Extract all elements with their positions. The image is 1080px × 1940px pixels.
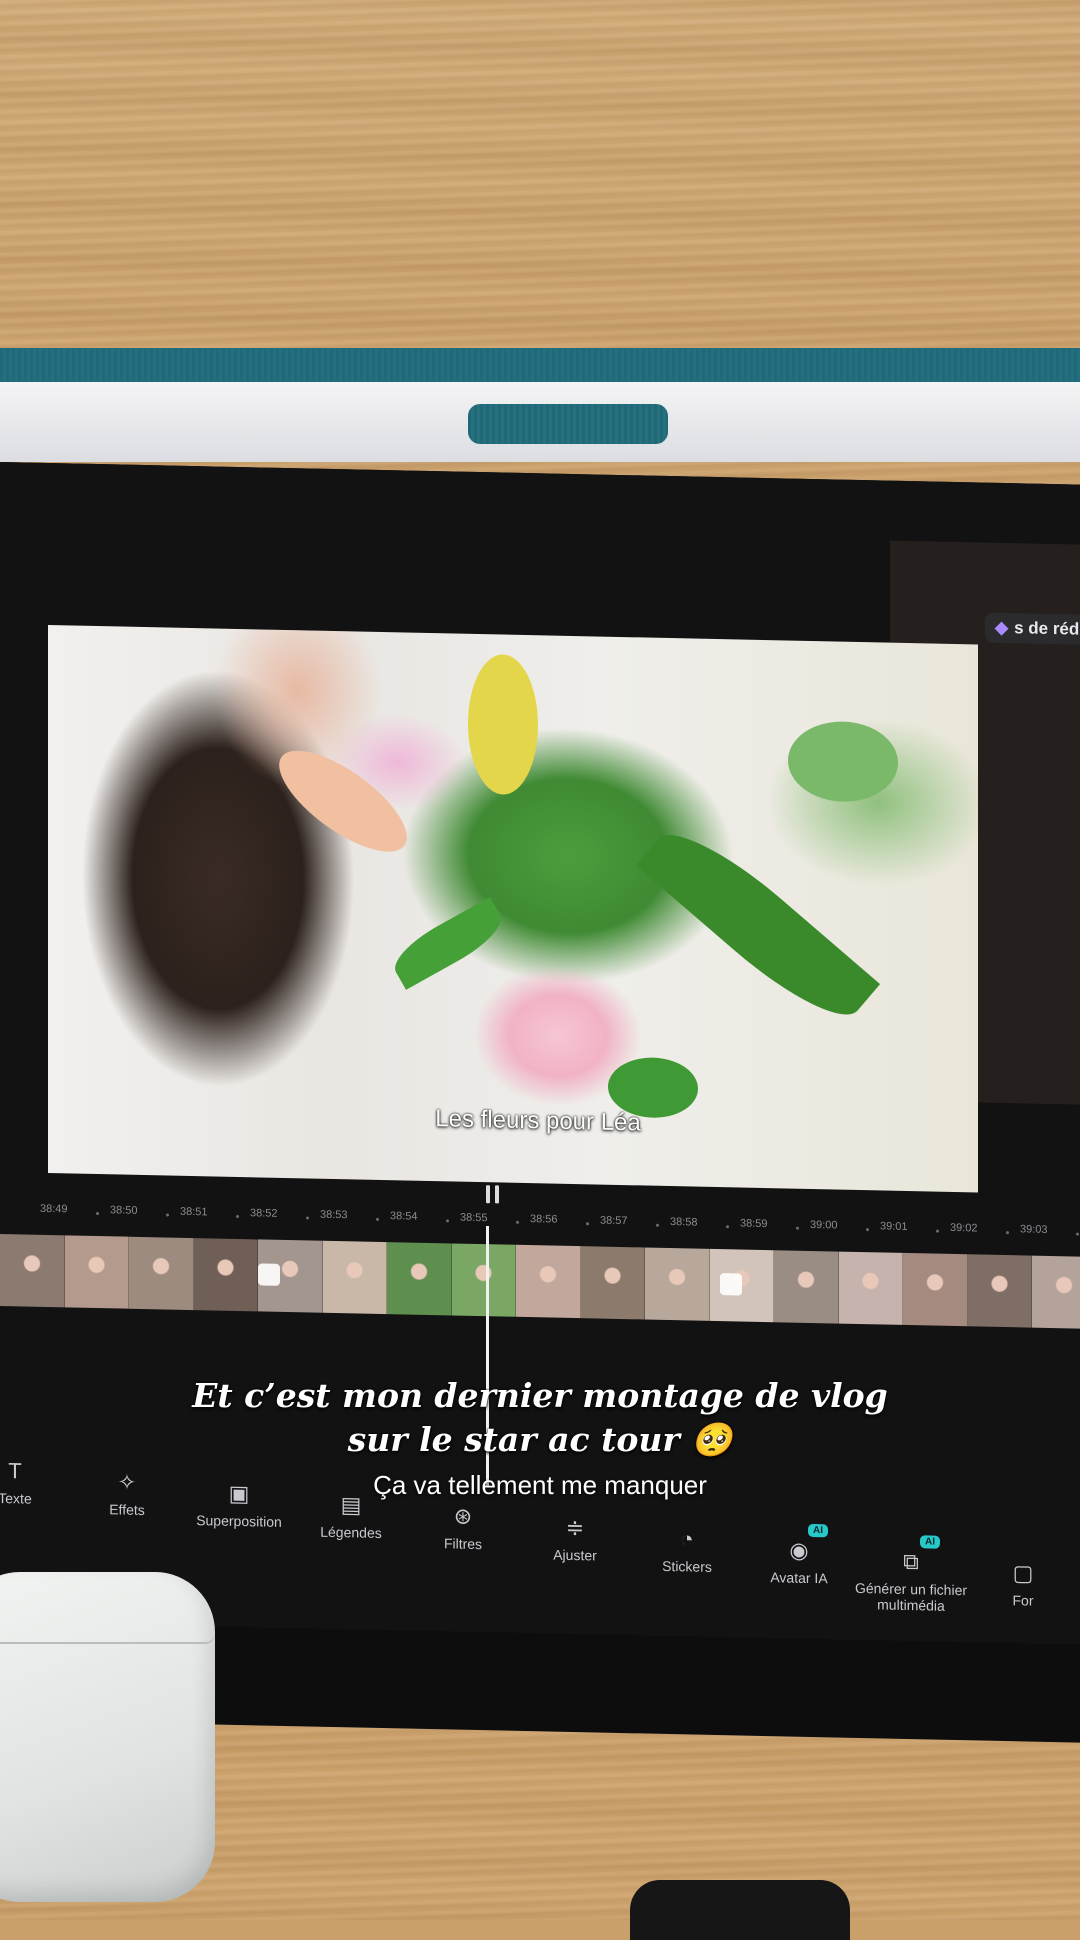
- pencil-holder: [468, 404, 668, 444]
- tablet-case-fabric: [0, 348, 1080, 382]
- timeline-tick-dot: [726, 1225, 729, 1229]
- filmstrip-thumbnail[interactable]: [129, 1236, 194, 1311]
- timeline-tick-label: 38:51: [180, 1205, 208, 1219]
- timeline-tick-dot: [516, 1220, 519, 1224]
- timeline-tick-label: 38:56: [530, 1213, 558, 1226]
- filmstrip-thumbnail[interactable]: [322, 1240, 388, 1315]
- timeline-tick-label: 38:58: [670, 1216, 698, 1229]
- toolbar-label: Filtres: [443, 1535, 483, 1553]
- filters-icon: ⊛: [453, 1503, 473, 1529]
- leaf-shape: [468, 653, 538, 796]
- toolbar-label: Stickers: [662, 1557, 712, 1575]
- timeline-tick-dot: [166, 1213, 169, 1217]
- timeline-tick-dot: [1006, 1231, 1009, 1235]
- timeline-tick-dot: [866, 1228, 869, 1232]
- adjust-icon: ≑: [565, 1514, 585, 1541]
- toolbar-label: Ajuster: [553, 1546, 597, 1564]
- timeline-tick-dot: [936, 1229, 939, 1233]
- timeline-tick-label: 38:57: [600, 1214, 628, 1228]
- timeline-tick-label: 38:50: [110, 1204, 138, 1217]
- airpods-lid-seam: [0, 1572, 215, 1644]
- timeline-tick-dot: [306, 1216, 309, 1220]
- toolbar-label: Effets: [109, 1501, 145, 1519]
- overlay-caption-sub: Ça va tellement me manquer: [373, 1470, 707, 1500]
- timeline-tick-dot: [586, 1222, 589, 1226]
- leaf-shape: [788, 720, 898, 803]
- timeline-tick-dot: [446, 1219, 449, 1223]
- text-icon: T: [8, 1458, 22, 1484]
- charging-cable: [630, 1880, 850, 1940]
- timeline-tick-label: 39:00: [810, 1218, 838, 1232]
- video-preview[interactable]: Les fleurs pour Léa: [48, 625, 978, 1193]
- generate-media-icon: ⧉: [903, 1548, 919, 1575]
- filmstrip-thumbnail[interactable]: [903, 1252, 968, 1327]
- timeline-tick-dot: [796, 1226, 799, 1230]
- filmstrip-thumbnail[interactable]: [774, 1250, 839, 1324]
- filmstrip-thumbnail[interactable]: [387, 1242, 452, 1316]
- filmstrip-thumbnail[interactable]: [1032, 1255, 1080, 1329]
- timeline-tick-label: 38:53: [320, 1208, 348, 1222]
- filmstrip-thumbnail[interactable]: [451, 1243, 517, 1317]
- toolbar-button-stickers[interactable]: ◔ Stickers: [622, 1525, 752, 1576]
- timeline-tick-label: 38:49: [40, 1202, 68, 1216]
- timeline-tick-label: 39:03: [1020, 1223, 1048, 1236]
- timeline-tick-label: 39:02: [950, 1221, 978, 1235]
- timeline-tick-label: 38:59: [740, 1217, 768, 1231]
- timeline-tick-dot: [96, 1212, 99, 1216]
- stickers-icon: ◔: [680, 1526, 694, 1552]
- filmstrip-thumbnail[interactable]: [580, 1246, 646, 1320]
- transition-marker[interactable]: [258, 1263, 280, 1286]
- ai-badge: AI: [808, 1523, 828, 1538]
- timeline-tick-dot: [656, 1223, 659, 1227]
- toolbar-button-filters[interactable]: ⊛ Filtres: [398, 1502, 528, 1553]
- filmstrip-thumbnail[interactable]: [967, 1254, 1033, 1328]
- timeline-tick-dot: [236, 1214, 239, 1219]
- toolbar-label: Générer un fichier multimédia: [854, 1579, 968, 1614]
- filmstrip-thumbnail[interactable]: [838, 1251, 904, 1325]
- diamond-icon: ◆: [995, 617, 1009, 638]
- toolbar-button-adjust[interactable]: ≑ Ajuster: [510, 1514, 640, 1565]
- transition-marker[interactable]: [720, 1273, 742, 1296]
- toolbar-button-format[interactable]: ▢ For: [958, 1559, 1080, 1610]
- toolbar-label: Superposition: [196, 1512, 282, 1530]
- leaf-shape: [386, 896, 510, 990]
- effects-icon: ✧: [117, 1469, 137, 1495]
- filmstrip-thumbnail[interactable]: [193, 1238, 259, 1312]
- overlay-caption-main: Et c’est mon dernier montage de vlog sur…: [192, 1376, 888, 1459]
- toolbar-label: For: [1012, 1592, 1034, 1609]
- pill-text: s de rédu: [1014, 618, 1080, 639]
- filmstrip-thumbnail[interactable]: [64, 1235, 130, 1309]
- timeline-tick-label: 38:54: [390, 1210, 418, 1223]
- tablet-screen: ◆ s de rédu Les fleurs pour Léa 38:49 38:5…: [0, 462, 1080, 1743]
- timeline-tick-label: 39:01: [880, 1220, 908, 1234]
- toolbar-button-avatar[interactable]: ◉ AI Avatar IA: [734, 1523, 864, 1587]
- toolbar-label: Légendes: [320, 1523, 382, 1541]
- timeline-tick-dot: [1076, 1232, 1079, 1236]
- avatar-icon: ◉: [789, 1537, 809, 1563]
- filmstrip-thumbnail[interactable]: [0, 1234, 65, 1308]
- ai-badge: AI: [920, 1535, 940, 1549]
- timeline-tick-label: 38:52: [250, 1207, 278, 1220]
- format-icon: ▢: [1012, 1560, 1034, 1586]
- toolbar-button-effects[interactable]: ✧ Effets: [62, 1468, 192, 1519]
- pro-feature-pill[interactable]: ◆ s de rédu: [985, 612, 1080, 646]
- pause-icon[interactable]: [484, 1185, 502, 1205]
- toolbar-label: Avatar IA: [770, 1569, 828, 1587]
- leaf-shape: [635, 812, 881, 1037]
- timeline-tick-dot: [376, 1217, 379, 1221]
- filmstrip-thumbnail[interactable]: [516, 1244, 581, 1319]
- leaf-shape: [264, 732, 422, 870]
- timeline-tick-label: 38:55: [460, 1211, 488, 1225]
- filmstrip-thumbnail[interactable]: [645, 1247, 710, 1321]
- toolbar-button-generate-media[interactable]: ⧉ AI Générer un fichier multimédia: [846, 1535, 976, 1615]
